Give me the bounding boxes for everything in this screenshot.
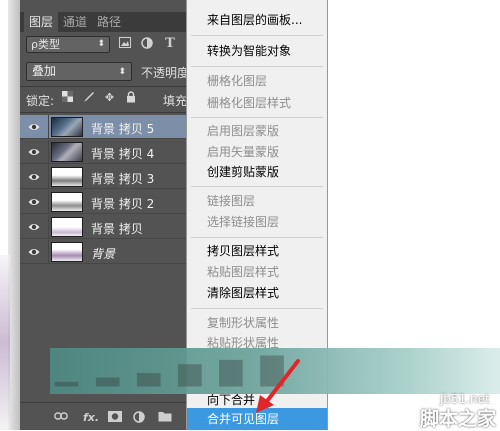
menu-item-copy-shape-attributes[interactable]: 复制形状属性	[187, 312, 327, 334]
menu-item-rasterize-layer-style[interactable]: 栅格化图层样式	[187, 92, 327, 114]
eye-icon[interactable]	[28, 221, 40, 233]
menu-item-create-clipping-mask[interactable]: 创建剪贴蒙版	[187, 161, 327, 183]
eye-icon[interactable]	[28, 171, 40, 183]
menu-item-clear-layer-style[interactable]: 清除图层样式	[187, 282, 327, 304]
lock-all-icon[interactable]	[124, 91, 137, 104]
menu-item-copy-layer-style[interactable]: 拷贝图层样式	[187, 240, 327, 262]
menu-separator	[191, 66, 323, 67]
layer-row[interactable]: 背景 拷贝 2	[20, 190, 186, 214]
layer-row[interactable]: 背景	[20, 240, 186, 264]
adjustment-icon[interactable]	[132, 411, 146, 425]
menu-separator	[191, 237, 323, 238]
layer-row[interactable]: 背景 拷贝 4	[20, 140, 186, 164]
menu-item-enable-layer-mask[interactable]: 启用图层蒙版	[187, 120, 327, 142]
menu-item-artboard-from-layers[interactable]: 来自图层的画板...	[187, 9, 327, 31]
divider	[48, 190, 49, 214]
menu-item-rasterize-layer[interactable]: 栅格化图层	[187, 70, 327, 92]
layers-bottom-bar: fx.	[20, 402, 186, 430]
layer-thumbnail	[51, 117, 83, 137]
divider	[48, 165, 49, 189]
app-window: 图层 通道 路径 ρ类型 ⬍ T 叠加 ⬍ 不透明度 锁定: ✥ 填充 背景 拷…	[0, 0, 500, 430]
layer-thumbnail	[51, 242, 83, 262]
blend-mode-value: 叠加	[32, 64, 57, 78]
divider	[20, 86, 186, 87]
layer-filter-select[interactable]: ρ类型 ⬍	[26, 36, 110, 53]
layer-name[interactable]: 背景 拷贝 5	[91, 120, 154, 137]
menu-item-link-layers[interactable]: 链接图层	[187, 190, 327, 212]
divider	[20, 112, 186, 113]
menu-separator	[191, 186, 323, 187]
layer-row[interactable]: 背景 拷贝	[20, 215, 186, 239]
lock-transparent-icon[interactable]	[61, 91, 74, 104]
panel-tabs: 图层 通道 路径	[20, 12, 186, 32]
link-icon[interactable]	[54, 411, 68, 425]
layer-row[interactable]: 背景 拷贝 3	[20, 165, 186, 189]
red-arrow-icon	[256, 359, 300, 413]
tab-channels[interactable]: 通道	[58, 12, 92, 32]
layer-name[interactable]: 背景 拷贝 2	[91, 195, 154, 212]
eye-icon[interactable]	[28, 121, 40, 133]
opacity-label: 不透明度	[141, 66, 190, 80]
lock-position-icon[interactable]: ✥	[103, 91, 116, 104]
layer-filter-label: ρ类型	[31, 38, 60, 51]
layer-name[interactable]: 背景 拷贝 4	[91, 145, 154, 162]
menu-separator	[191, 117, 323, 118]
eye-icon[interactable]	[28, 246, 40, 258]
menu-item-convert-to-smart-object[interactable]: 转换为智能对象	[187, 40, 327, 62]
type-filter-icon[interactable]: T	[163, 37, 177, 51]
menu-separator	[191, 308, 323, 309]
menu-item-enable-vector-mask[interactable]: 启用矢量蒙版	[187, 141, 327, 163]
canvas-image-edge	[0, 255, 10, 430]
folder-icon[interactable]	[158, 411, 172, 425]
layer-name[interactable]: 背景 拷贝	[91, 220, 143, 237]
divider	[48, 240, 49, 264]
menu-separator	[191, 35, 323, 36]
layer-name[interactable]: 背景 拷贝 3	[91, 170, 154, 187]
fill-label: 填充	[163, 94, 188, 108]
layer-thumbnail	[51, 142, 83, 162]
divider	[48, 140, 49, 164]
layer-name[interactable]: 背景	[91, 245, 115, 262]
layer-thumbnail	[51, 192, 83, 212]
mask-icon[interactable]	[108, 411, 122, 425]
divider	[48, 215, 49, 239]
chevron-updown-icon: ⬍	[118, 67, 126, 77]
divider	[48, 115, 49, 139]
menu-item-paste-layer-style[interactable]: 粘贴图层样式	[187, 261, 327, 283]
lock-pixels-icon[interactable]	[82, 91, 95, 104]
image-filter-icon[interactable]	[118, 37, 132, 51]
chevron-updown-icon: ⬍	[97, 39, 105, 49]
eye-icon[interactable]	[28, 196, 40, 208]
eye-icon[interactable]	[28, 146, 40, 158]
layer-thumbnail	[51, 217, 83, 237]
fx-icon[interactable]: fx.	[82, 411, 100, 425]
lock-label: 锁定:	[26, 94, 55, 108]
layer-row[interactable]: 背景 拷贝 5	[20, 115, 186, 139]
tab-paths[interactable]: 路径	[92, 12, 126, 32]
layer-thumbnail	[51, 167, 83, 187]
tab-layers[interactable]: 图层	[24, 12, 59, 32]
adjustment-filter-icon[interactable]	[140, 37, 154, 51]
menu-item-select-linked-layers[interactable]: 选择链接图层	[187, 211, 327, 233]
watermark-brand: 脚本之家	[420, 408, 497, 430]
blend-mode-select[interactable]: 叠加 ⬍	[26, 62, 132, 81]
